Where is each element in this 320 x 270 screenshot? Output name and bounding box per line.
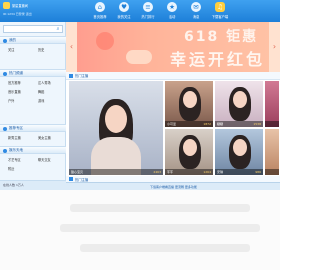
streamer-name: 糖糖 xyxy=(217,122,224,126)
sidebar-link[interactable]: 新秀主播 xyxy=(8,135,21,140)
blurred-content-area xyxy=(0,190,280,270)
fire-icon xyxy=(3,71,7,76)
placeholder-line xyxy=(60,224,260,232)
sidebar-link[interactable]: 才艺专区 xyxy=(8,157,21,162)
tile-caption: 甜心宝贝 2463 xyxy=(69,169,163,175)
app-logo[interactable] xyxy=(3,2,10,9)
section-title: 热门主播 xyxy=(75,74,89,78)
nav-follow-label: 我的关注 xyxy=(117,14,131,19)
placeholder-line xyxy=(80,244,250,252)
tile-caption: 芊芊 1264 xyxy=(165,169,213,175)
thumb-icon xyxy=(3,126,7,131)
banner-decoration xyxy=(96,32,114,50)
tile-caption xyxy=(265,169,279,175)
app-title: 繁星直播间 xyxy=(12,4,28,8)
rank-icon: ≡ xyxy=(143,2,153,12)
sidebar-link[interactable]: 达人秀场 xyxy=(38,80,51,85)
banner-decoration xyxy=(126,50,152,64)
streamer-name: 安琪 xyxy=(217,170,224,174)
placeholder-line xyxy=(70,204,250,212)
home-icon: ⌂ xyxy=(95,2,105,12)
sidebar-footer: 在线人数 1万人 xyxy=(0,180,66,188)
tile-caption xyxy=(265,121,279,127)
tile-caption: 糖糖 1538 xyxy=(215,121,263,127)
search-icon[interactable]: ⌕ xyxy=(55,26,61,32)
nav-rank[interactable]: ≡ 热门排行 xyxy=(137,2,159,21)
nav-home-label: 首页推荐 xyxy=(93,14,107,19)
nav-download-label: 下载客户端 xyxy=(211,14,229,19)
search-input[interactable]: ⌕ xyxy=(3,25,63,33)
sidebar-link[interactable]: 舞蹈 xyxy=(38,89,44,94)
nav-message-label: 消息 xyxy=(192,14,200,19)
sidebar-link[interactable]: 户外 xyxy=(8,98,14,103)
user-icon xyxy=(3,38,7,43)
user-info[interactable]: ID:1234 已登录 退出 xyxy=(3,12,32,16)
star-icon: ★ xyxy=(167,2,177,12)
viewer-count: 1538 xyxy=(253,122,261,126)
banner-headline: 618 钜惠 xyxy=(184,29,259,45)
streamer-name: 芊芊 xyxy=(167,170,174,174)
stream-tile[interactable] xyxy=(264,80,280,128)
stream-tile[interactable] xyxy=(264,128,280,176)
nav-message[interactable]: ✉ 消息 xyxy=(185,2,207,21)
stream-tile[interactable]: 芊芊 1264 xyxy=(164,128,214,176)
section-icon xyxy=(69,177,73,181)
streamer-photo xyxy=(183,91,197,108)
stream-tile-featured[interactable]: 甜心宝贝 2463 xyxy=(68,80,164,176)
tile-caption: 安琪 986 xyxy=(215,169,263,175)
viewer-count: 986 xyxy=(255,170,261,174)
chevron-right-icon[interactable]: › xyxy=(269,22,280,72)
stream-tile[interactable]: 小可爱 1872 xyxy=(164,80,214,128)
streamer-photo xyxy=(183,139,197,156)
streamer-photo xyxy=(233,139,247,156)
section-title: 我的 xyxy=(9,38,16,42)
sidebar-link[interactable]: 关注 xyxy=(8,47,14,52)
sidebar-section-recommend[interactable]: 推荐专区 xyxy=(0,124,66,132)
stream-tile[interactable]: 糖糖 1538 xyxy=(214,80,264,128)
nav-rank-label: 热门排行 xyxy=(141,14,155,19)
section-title: 热门频道 xyxy=(9,71,23,75)
sidebar-link[interactable]: 官方推荐 xyxy=(8,80,21,85)
banner-subheadline: 幸运开红包 xyxy=(170,50,266,69)
sidebar-link[interactable]: 音乐直播 xyxy=(8,89,21,94)
stream-tile[interactable]: 安琪 986 xyxy=(214,128,264,176)
music-icon xyxy=(3,148,7,153)
sidebar-link[interactable]: 聊天交友 xyxy=(38,157,51,162)
sidebar-link[interactable]: 附近 xyxy=(8,166,14,171)
streamer-photo xyxy=(233,91,247,108)
sidebar: ⌕ 我的 关注 历史 热门频道 官方推荐 达人秀场 音乐直播 舞蹈 户外 游戏 … xyxy=(0,22,66,182)
sidebar-section-hot[interactable]: 热门频道 xyxy=(0,69,66,77)
viewer-count: 2463 xyxy=(153,170,161,174)
download-hint[interactable]: 下载客户端看直播 更流畅 更多功能 xyxy=(150,185,197,189)
tile-caption: 小可爱 1872 xyxy=(165,121,213,127)
download-icon: ♫ xyxy=(215,2,225,12)
nav-home[interactable]: ⌂ 首页推荐 xyxy=(89,2,111,21)
section-title: 推荐专区 xyxy=(9,126,23,130)
heart-icon: ♥ xyxy=(119,2,129,12)
top-navigation-bar: 繁星直播间 ID:1234 已登录 退出 ⌂ 首页推荐 ♥ 我的关注 ≡ 热门排… xyxy=(0,0,280,22)
section-title: 娱乐天地 xyxy=(9,148,23,152)
sidebar-link[interactable]: 美女主播 xyxy=(38,135,51,140)
promo-banner[interactable]: 618 钜惠 幸运开红包 ‹ › xyxy=(66,22,280,72)
viewer-count: 1264 xyxy=(203,170,211,174)
online-count: 在线人数 1万人 xyxy=(3,182,24,187)
chevron-left-icon[interactable]: ‹ xyxy=(66,22,77,72)
sidebar-section-entertainment[interactable]: 娱乐天地 xyxy=(0,146,66,154)
sidebar-link[interactable]: 游戏 xyxy=(38,98,44,103)
sidebar-section-mine[interactable]: 我的 xyxy=(0,36,66,44)
streamer-name: 小可爱 xyxy=(167,122,177,126)
nav-follow[interactable]: ♥ 我的关注 xyxy=(113,2,135,21)
nav-download[interactable]: ♫ 下载客户端 xyxy=(209,2,231,21)
sidebar-link[interactable]: 历史 xyxy=(38,47,44,52)
streamer-name: 甜心宝贝 xyxy=(71,170,84,174)
viewer-count: 1872 xyxy=(203,122,211,126)
hot-section-header: 热门主播 xyxy=(66,72,280,80)
streamer-photo xyxy=(105,105,127,133)
nav-event-label: 活动 xyxy=(168,14,176,19)
bell-icon: ✉ xyxy=(191,2,201,12)
section-title: 热门主播 xyxy=(75,177,89,182)
section-icon xyxy=(69,74,73,78)
nav-event[interactable]: ★ 活动 xyxy=(161,2,183,21)
